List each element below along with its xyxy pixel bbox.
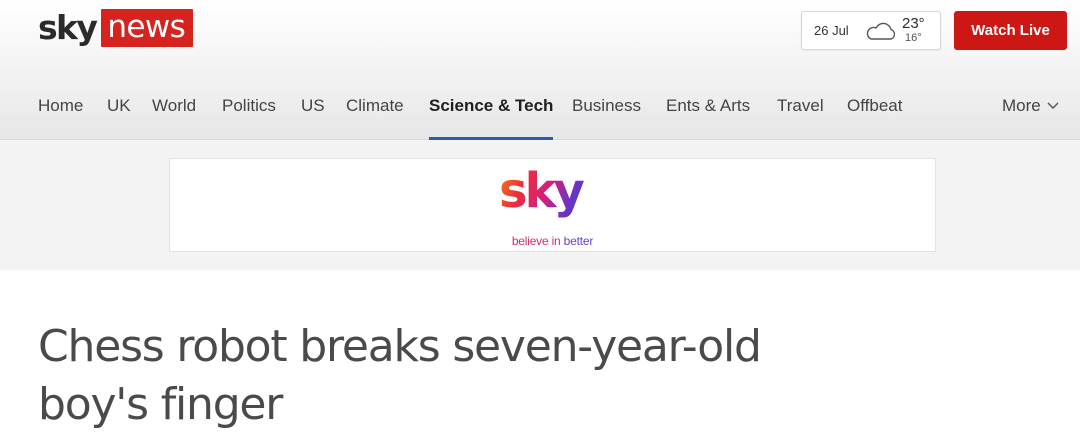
temperature-low: 16° [905,32,922,44]
ad-brand-text: sky [499,163,584,219]
nav-item-travel[interactable]: Travel [777,92,824,140]
logo-news-text: news [101,9,194,47]
cloud-icon [866,22,896,40]
sky-brand-logo: sky [499,163,587,219]
nav-item-ents-arts[interactable]: Ents & Arts [666,92,750,140]
nav-item-home[interactable]: Home [38,92,83,140]
watch-live-button[interactable]: Watch Live [954,11,1067,50]
temperature-high: 23° [902,15,925,32]
main-nav: Home UK World Politics US Climate Scienc… [0,92,1080,140]
nav-item-science-tech[interactable]: Science & Tech [429,92,554,140]
nav-item-climate[interactable]: Climate [346,92,404,140]
ad-tagline-better: better [563,234,594,248]
nav-more-button[interactable]: More [1002,92,1060,120]
advert-band: sky believe in better [0,140,1080,270]
nav-item-offbeat[interactable]: Offbeat [847,92,902,140]
nav-item-politics[interactable]: Politics [222,92,276,140]
chevron-down-icon [1047,102,1059,110]
sky-advert[interactable]: sky believe in better [169,158,936,252]
nav-item-us[interactable]: US [301,92,325,140]
article-headline: Chess robot breaks seven-year-old boy's … [38,321,762,430]
weather-date: 26 Jul [814,23,849,38]
nav-item-business[interactable]: Business [572,92,641,140]
nav-item-world[interactable]: World [152,92,196,140]
sky-news-logo[interactable]: sky news [38,8,194,48]
nav-item-uk[interactable]: UK [107,92,131,140]
ad-tagline: believe in better [170,234,935,248]
masthead: sky news 26 Jul 23° 16° Watch Live Home … [0,0,1080,140]
ad-tagline-believe: believe in [511,234,561,248]
weather-temps: 23° 16° [902,15,925,44]
logo-sky-text: sky [38,8,98,47]
nav-more-label: More [1002,96,1041,115]
weather-widget[interactable]: 26 Jul 23° 16° [801,11,941,50]
